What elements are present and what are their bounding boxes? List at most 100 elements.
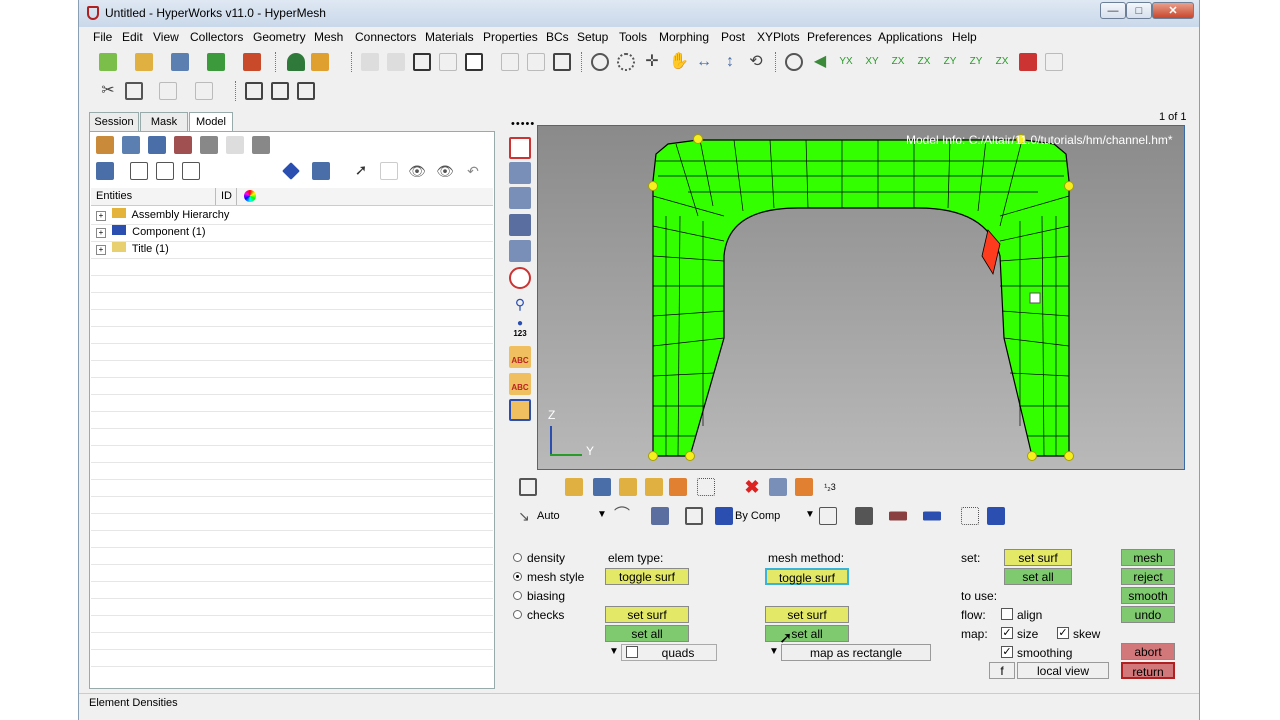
menu-post[interactable]: Post (721, 30, 745, 44)
expand-icon[interactable]: + (96, 211, 106, 221)
shaded-mode-icon[interactable] (855, 507, 873, 525)
add-page-icon[interactable] (413, 53, 431, 71)
wireframe-mode-icon[interactable] (819, 507, 837, 525)
expand-icon[interactable]: + (96, 245, 106, 255)
menu-connectors[interactable]: Connectors (355, 30, 416, 44)
unmask-icon[interactable] (645, 478, 663, 496)
shaded-elements-icon[interactable] (509, 240, 531, 262)
cut-icon[interactable]: ✂ (99, 82, 117, 100)
column-entities[interactable]: Entities (96, 190, 132, 202)
capture-region-icon[interactable] (271, 82, 289, 100)
cube-view-icon[interactable] (685, 507, 703, 525)
radio-biasing[interactable] (513, 591, 522, 600)
fixed-point-handle[interactable] (693, 134, 703, 144)
abort-button[interactable]: abort (1121, 643, 1175, 660)
menu-setup[interactable]: Setup (577, 30, 608, 44)
visualization-options-icon[interactable] (509, 137, 531, 159)
numbers-icon[interactable]: ● 123 (509, 319, 531, 341)
element-shrink-icon[interactable] (509, 187, 531, 209)
entity-view-icon[interactable] (252, 136, 270, 154)
column-id[interactable]: ID (221, 190, 232, 202)
show-hide-eye-icon[interactable]: 👁 (408, 162, 426, 180)
toggle-surf-button[interactable]: toggle surf (605, 568, 689, 585)
tree-item-component[interactable]: + Component (1) (96, 225, 206, 241)
rotate-center-icon[interactable]: ⟲ (747, 53, 765, 71)
fixed-point-handle[interactable] (1064, 451, 1074, 461)
set-all-option-button[interactable]: set all (1004, 568, 1072, 585)
refresh-tree-icon[interactable] (182, 162, 200, 180)
property-view-icon[interactable] (174, 136, 192, 154)
mesh-grid-icon[interactable] (519, 478, 537, 496)
panel-grip-icon[interactable]: ••••• (511, 118, 535, 130)
export-icon[interactable] (243, 53, 261, 71)
rotate-horizontal-icon[interactable]: ↔ (695, 53, 713, 71)
renumber-icon[interactable]: ¹₂3 (821, 478, 839, 496)
view-iso-icon[interactable]: ZX (993, 53, 1011, 71)
open-model-icon[interactable] (135, 53, 153, 71)
view-xy-bottom-icon[interactable]: XY (863, 53, 881, 71)
chevron-down-icon[interactable]: ▼ (769, 646, 779, 657)
library-icon[interactable] (311, 53, 329, 71)
local-view-button[interactable]: local view (1017, 662, 1109, 679)
element-orientation-icon[interactable] (509, 267, 531, 289)
undo-button[interactable]: undo (1121, 606, 1175, 623)
auto-select[interactable]: Auto (537, 510, 560, 522)
monitor-icon[interactable] (987, 507, 1005, 525)
mesh-display-icon[interactable] (509, 162, 531, 184)
show-one-eye-icon[interactable]: 👁 (436, 162, 454, 180)
binoculars-icon[interactable]: ⚲ (509, 293, 531, 315)
copy-icon[interactable] (125, 82, 143, 100)
menu-applications[interactable]: Applications (878, 30, 943, 44)
return-button[interactable]: return (1121, 662, 1175, 679)
save-view-icon[interactable] (1045, 53, 1063, 71)
zoom-circle-icon[interactable] (617, 53, 635, 71)
selection-icon[interactable] (697, 478, 715, 496)
menu-bcs[interactable]: BCs (546, 30, 569, 44)
shading-mode-icon[interactable] (651, 507, 669, 525)
radio-mesh-style[interactable] (513, 572, 522, 581)
menu-tools[interactable]: Tools (619, 30, 647, 44)
fixed-point-handle[interactable] (685, 451, 695, 461)
mesh-button[interactable]: mesh (1121, 549, 1175, 566)
set-surf-button[interactable]: set surf (605, 606, 689, 623)
import-icon[interactable] (207, 53, 225, 71)
radio-density[interactable] (513, 553, 522, 562)
new-model-icon[interactable] (99, 53, 117, 71)
map-as-rectangle-select[interactable]: map as rectangle (781, 644, 931, 661)
user-profile-icon[interactable] (287, 53, 305, 71)
view-xy-top-icon[interactable]: YX (837, 53, 855, 71)
menu-edit[interactable]: Edit (122, 30, 143, 44)
menu-properties[interactable]: Properties (483, 30, 538, 44)
tab-model[interactable]: Model (189, 112, 233, 131)
menu-geometry[interactable]: Geometry (253, 30, 306, 44)
element-display-icon[interactable] (923, 511, 941, 521)
isolate-icon[interactable] (380, 162, 398, 180)
reverse-display-icon[interactable]: ↶ (464, 162, 482, 180)
paste-icon[interactable] (159, 82, 177, 100)
align-checkbox[interactable] (1001, 608, 1013, 620)
lasso-icon[interactable]: ⌒ (613, 507, 631, 525)
close-button[interactable]: ✕ (1152, 2, 1194, 19)
menu-materials[interactable]: Materials (425, 30, 474, 44)
tab-session[interactable]: Session (89, 112, 139, 131)
mask-icon[interactable] (619, 478, 637, 496)
assembly-view-icon[interactable] (122, 136, 140, 154)
pan-icon[interactable]: ✛ (643, 53, 661, 71)
find-icon[interactable] (669, 478, 687, 496)
material-view-icon[interactable] (148, 136, 166, 154)
restore-view-icon[interactable] (1019, 53, 1037, 71)
filter-icon[interactable] (96, 162, 114, 180)
size-checkbox[interactable]: ✓ (1001, 627, 1013, 639)
color-column-icon[interactable] (244, 190, 256, 202)
section-cut-icon[interactable] (509, 399, 531, 421)
set-surf-method-button[interactable]: set surf (765, 606, 849, 623)
set-all-button[interactable]: set all (605, 625, 689, 642)
label-abc-2-icon[interactable]: ABC (509, 373, 531, 395)
radio-checks[interactable] (513, 610, 522, 619)
chevron-down-icon[interactable]: ▼ (597, 509, 607, 520)
include-view-icon[interactable] (200, 136, 218, 154)
menu-collectors[interactable]: Collectors (190, 30, 243, 44)
tab-mask[interactable]: Mask (140, 112, 188, 131)
shrink-icon[interactable] (961, 507, 979, 525)
chevron-down-icon[interactable]: ▼ (609, 646, 619, 657)
